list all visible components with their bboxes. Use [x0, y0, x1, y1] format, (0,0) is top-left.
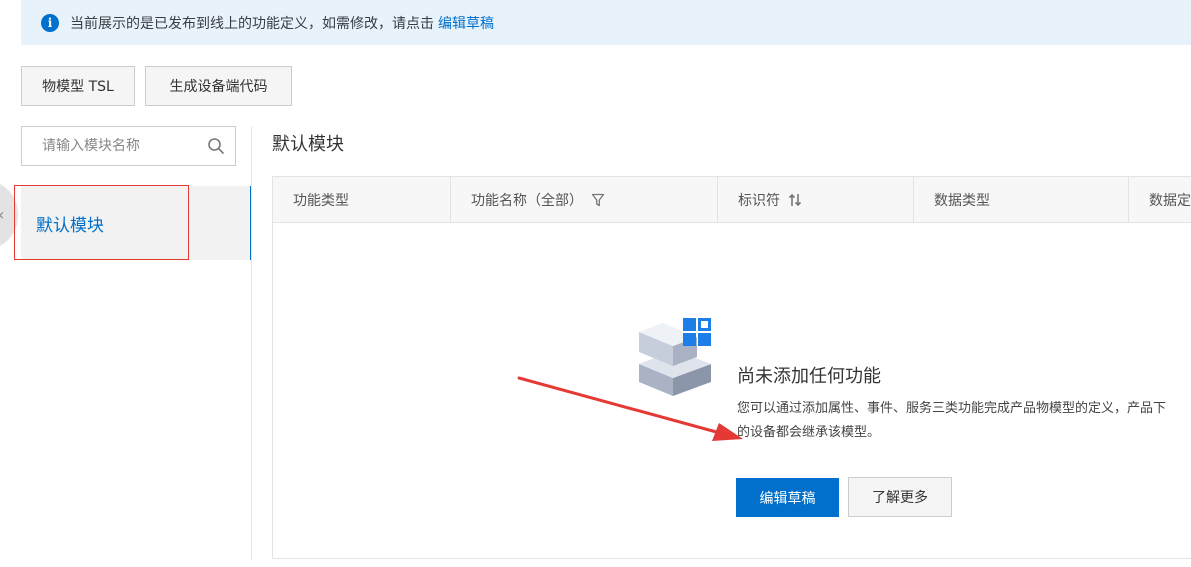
column-header-identifier: 标识符 — [718, 177, 914, 223]
notice-text: 当前展示的是已发布到线上的功能定义，如需修改，请点击 — [70, 15, 434, 32]
sort-icon[interactable] — [788, 193, 802, 207]
filter-icon[interactable] — [591, 193, 605, 207]
highlight-annotation-box — [14, 185, 189, 260]
column-header-data-definition: 数据定义 — [1129, 177, 1191, 223]
search-icon[interactable] — [207, 137, 225, 155]
column-header-function-type: 功能类型 — [273, 177, 451, 223]
empty-description-line: 的设备都会继承该模型。 — [737, 425, 881, 440]
module-title: 默认模块 — [272, 134, 344, 155]
column-label: 数据定义 — [1149, 193, 1191, 209]
learn-more-button[interactable]: 了解更多 — [848, 477, 952, 517]
column-header-function-name: 功能名称（全部） — [451, 177, 718, 223]
tsl-button[interactable]: 物模型 TSL — [21, 66, 135, 106]
edit-draft-link[interactable]: 编辑草稿 — [438, 13, 494, 33]
app-root: i 当前展示的是已发布到线上的功能定义，如需修改，请点击 编辑草稿 物模型 TS… — [0, 0, 1191, 567]
info-icon: i — [41, 13, 59, 32]
table-header: 功能类型 功能名称（全部） 标识符 数据类型 数据定义 — [273, 177, 1191, 223]
module-search — [21, 126, 236, 166]
empty-state: 尚未添加任何功能 您可以通过添加属性、事件、服务三类功能完成产品物模型的定义，产… — [273, 223, 1191, 559]
empty-description-line: 您可以通过添加属性、事件、服务三类功能完成产品物模型的定义，产品下 — [737, 401, 1167, 416]
column-label: 标识符 — [738, 193, 780, 209]
column-label: 功能名称（全部） — [471, 193, 583, 209]
generate-code-button[interactable]: 生成设备端代码 — [145, 66, 292, 106]
chevron-left-icon[interactable]: ‹ — [0, 205, 4, 224]
empty-box-icon — [639, 318, 711, 396]
empty-title: 尚未添加任何功能 — [737, 366, 881, 387]
column-header-data-type: 数据类型 — [914, 177, 1129, 223]
notice-bar: i 当前展示的是已发布到线上的功能定义，如需修改，请点击 编辑草稿 — [21, 0, 1191, 45]
column-label: 功能类型 — [293, 193, 349, 209]
function-table: 功能类型 功能名称（全部） 标识符 数据类型 数据定义 — [272, 176, 1191, 559]
empty-description: 您可以通过添加属性、事件、服务三类功能完成产品物模型的定义，产品下 的设备都会继… — [737, 397, 1191, 445]
search-input[interactable] — [42, 138, 202, 154]
column-label: 数据类型 — [934, 193, 990, 209]
edit-draft-button[interactable]: 编辑草稿 — [736, 478, 839, 517]
sidebar-divider — [251, 126, 252, 560]
